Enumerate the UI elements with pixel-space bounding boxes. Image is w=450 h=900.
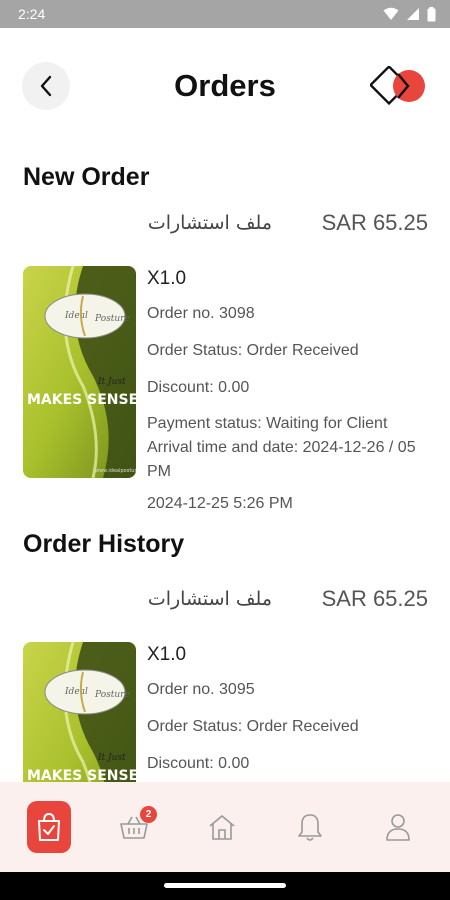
battery-icon [427, 6, 436, 21]
home-icon [209, 815, 235, 840]
order-product-name: ملف استشارات [147, 588, 272, 610]
nav-cart[interactable]: 2 [109, 802, 159, 852]
status-time: 2:24 [18, 6, 46, 22]
order-details: X1.0 Order no. 3095 Order Status: Order … [147, 642, 437, 791]
order-number: Order no. 3095 [147, 681, 255, 698]
order-discount: Discount: 0.00 [147, 755, 250, 772]
order-quantity: X1.0 [147, 644, 187, 665]
product-thumbnail: Ideal Posture It Just MAKES SENSE www.id… [23, 266, 136, 478]
svg-text:Ideal: Ideal [64, 687, 88, 697]
cart-badge: 2 [140, 806, 157, 823]
order-price: SAR 65.25 [321, 210, 428, 235]
bottom-nav: 2 [0, 782, 450, 872]
shopping-bag-check-icon [38, 812, 60, 841]
nav-home[interactable] [197, 802, 247, 852]
user-icon [386, 814, 410, 841]
order-discount: Discount: 0.00 [147, 379, 250, 396]
nav-orders[interactable] [27, 801, 71, 853]
new-order-title: New Order [23, 163, 150, 191]
bell-icon [298, 814, 322, 841]
order-date: 2024-12-25 5:26 PM [147, 495, 293, 512]
svg-text:Posture: Posture [94, 690, 130, 700]
nav-notifications[interactable] [285, 802, 335, 852]
signal-icon [407, 8, 419, 20]
order-card-new[interactable]: ملف استشارات SAR 65.25 Ideal Posture It … [0, 210, 450, 520]
order-history-title: Order History [23, 530, 185, 558]
order-details: X1.0 Order no. 3098 Order Status: Order … [147, 266, 437, 531]
header: Orders [0, 60, 450, 112]
order-number: Order no. 3098 [147, 305, 255, 322]
wifi-icon [383, 7, 399, 20]
svg-text:Posture: Posture [94, 314, 130, 324]
order-product-name: ملف استشارات [147, 212, 272, 234]
arrival-time: Arrival time and date: 2024-12-26 / 05 P… [147, 439, 416, 480]
order-status: Order Status: Order Received [147, 718, 359, 735]
thumb-text: MAKES SENSE [27, 392, 136, 408]
svg-text:It Just: It Just [97, 377, 126, 387]
payment-status: Payment status: Waiting for Client [147, 415, 388, 432]
brand-logo-icon [370, 66, 425, 106]
status-bar: 2:24 [0, 0, 450, 28]
order-card-history[interactable]: ملف استشارات SAR 65.25 Ideal Posture It … [0, 586, 450, 854]
order-quantity: X1.0 [147, 268, 187, 289]
svg-text:It Just: It Just [97, 753, 126, 763]
nav-profile[interactable] [373, 802, 423, 852]
home-indicator[interactable] [164, 883, 286, 888]
gesture-bar [0, 872, 450, 900]
order-price: SAR 65.25 [321, 586, 428, 611]
svg-text:www.idealposture.com: www.idealposture.com [95, 468, 136, 474]
svg-text:Ideal: Ideal [64, 311, 88, 321]
order-status: Order Status: Order Received [147, 342, 359, 359]
